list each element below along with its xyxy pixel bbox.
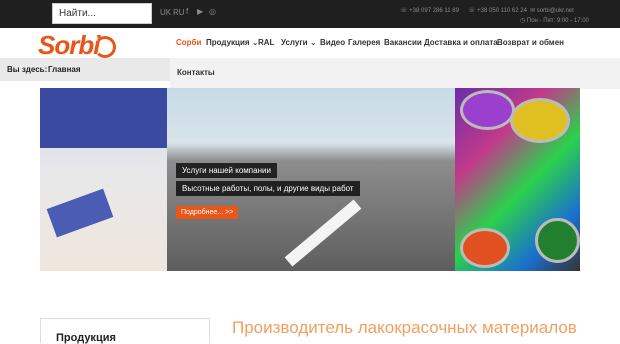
breadcrumb-label: Вы здесь:	[7, 65, 48, 74]
page-headline: Производитель лакокрасочных материалов	[232, 318, 577, 337]
paint-can	[535, 218, 580, 263]
road-marking	[284, 199, 362, 267]
breadcrumb-current: Главная	[48, 65, 81, 74]
paint-roller	[40, 88, 167, 148]
slide-image-roller	[40, 88, 167, 271]
nav-item-gallery[interactable]: Галерея	[348, 38, 380, 47]
slide-image-paint-cans	[455, 88, 580, 271]
more-button[interactable]: Подробнее... >>	[176, 206, 239, 219]
hero-slider[interactable]	[40, 88, 580, 271]
phone-1: ☏ +38 097 286 11 89	[400, 8, 459, 14]
instagram-icon[interactable]: ◎	[209, 7, 216, 16]
paint-can	[510, 98, 570, 143]
facebook-icon[interactable]: f	[186, 7, 188, 16]
nav-row-2	[170, 58, 620, 89]
paint-can	[460, 90, 515, 130]
work-hours: ◷ Пон - Пят: 9:00 - 17:00	[520, 18, 589, 24]
nav-item-services[interactable]: Услуги ⌄	[281, 38, 317, 47]
youtube-icon[interactable]: ▶	[197, 7, 203, 16]
email-link[interactable]: ✉ sorbi@ukr.net	[530, 7, 574, 14]
slide-caption-title: Услуги нашей компании	[176, 163, 277, 178]
lang-uk-link[interactable]: UK	[160, 8, 171, 17]
nav-item-products[interactable]: Продукция ⌄	[206, 38, 258, 47]
nav-item-ral[interactable]: RAL	[258, 38, 274, 47]
paint-can	[460, 228, 510, 268]
nav-item-returns[interactable]: Возврат и обмен	[497, 38, 564, 47]
nav-item-vacancies[interactable]: Вакансии	[384, 38, 422, 47]
lang-ru-link[interactable]: RU	[173, 8, 185, 17]
nav-item-video[interactable]: Видео	[320, 38, 345, 47]
roller-stroke	[46, 188, 114, 238]
nav-item-sorbi[interactable]: Сорби	[176, 38, 201, 47]
slide-image-road	[167, 88, 455, 271]
logo-mark	[94, 36, 116, 58]
search-input[interactable]: Найти...	[52, 3, 152, 24]
logo[interactable]: Sorbi	[38, 30, 100, 61]
slide-caption-subtitle: Высотные работы, полы, и другие виды раб…	[176, 181, 360, 196]
nav-item-delivery[interactable]: Доставка и оплата	[424, 38, 498, 47]
nav-item-contacts[interactable]: Контакты	[177, 68, 215, 77]
sidebar-title: Продукция	[56, 332, 116, 344]
phone-2: ☏ +38 050 110 62 24	[468, 8, 527, 14]
